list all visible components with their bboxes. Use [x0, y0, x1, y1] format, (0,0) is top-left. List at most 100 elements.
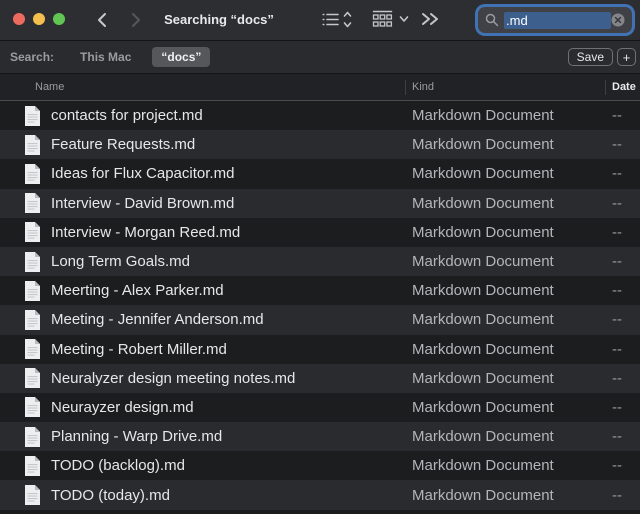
column-header-row: Name Kind Date [0, 74, 640, 101]
document-icon [25, 163, 40, 184]
file-row[interactable]: TODO (today).md Markdown Document -- [0, 480, 640, 510]
column-header-name[interactable]: Name [35, 81, 64, 93]
file-kind: Markdown Document [412, 253, 554, 271]
chevron-down-icon [399, 16, 409, 22]
file-name: Planning - Warp Drive.md [51, 428, 223, 446]
file-name: contacts for project.md [51, 107, 203, 125]
column-header-kind[interactable]: Kind [412, 81, 434, 93]
file-kind: Markdown Document [412, 457, 554, 475]
up-down-chevrons-icon [343, 11, 352, 28]
file-date: -- [612, 107, 622, 125]
file-kind: Markdown Document [412, 165, 554, 183]
traffic-lights [13, 13, 65, 25]
file-name: Meeting - Robert Miller.md [51, 340, 227, 358]
file-name: Ideas for Flux Capacitor.md [51, 165, 235, 183]
file-date: -- [612, 282, 622, 300]
document-icon [25, 455, 40, 476]
search-input[interactable]: .md [478, 7, 632, 33]
file-date: -- [612, 457, 622, 475]
document-icon [25, 485, 40, 506]
file-name: Interview - David Brown.md [51, 194, 235, 212]
file-row[interactable]: Neuralyzer design meeting notes.md Markd… [0, 363, 640, 393]
column-header-date[interactable]: Date [612, 81, 636, 93]
file-kind: Markdown Document [412, 223, 554, 241]
finder-window: Searching “docs” .md Search: This Mac “d… [0, 0, 640, 514]
file-name: Long Term Goals.md [51, 253, 190, 271]
document-icon [25, 368, 40, 389]
column-divider[interactable] [405, 80, 406, 95]
search-icon [485, 13, 499, 27]
view-mode-button[interactable] [322, 11, 352, 28]
file-date: -- [612, 311, 622, 329]
document-icon [25, 251, 40, 272]
file-date: -- [612, 253, 622, 271]
file-date: -- [612, 223, 622, 241]
group-grid-icon [372, 10, 393, 27]
file-date: -- [612, 428, 622, 446]
file-date: -- [612, 369, 622, 387]
file-row[interactable]: Neurayzer design.md Markdown Document -- [0, 392, 640, 423]
clear-search-icon[interactable] [611, 13, 625, 27]
search-value[interactable]: .md [504, 11, 611, 29]
file-kind: Markdown Document [412, 194, 554, 212]
file-list: contacts for project.md Markdown Documen… [0, 101, 640, 514]
file-name: Neuralyzer design meeting notes.md [51, 369, 296, 387]
search-scope-bar: Search: This Mac “docs” Save + [0, 41, 640, 74]
file-date: -- [612, 398, 622, 416]
file-kind: Markdown Document [412, 428, 554, 446]
file-name: Meerting - Alex Parker.md [51, 282, 224, 300]
file-name: Meeting - Jennifer Anderson.md [51, 311, 264, 329]
column-divider[interactable] [605, 80, 606, 95]
file-date: -- [612, 165, 622, 183]
file-row[interactable]: TODO (backlog).md Markdown Document -- [0, 451, 640, 481]
file-name: Neurayzer design.md [51, 398, 194, 416]
document-icon [25, 134, 40, 155]
file-date: -- [612, 194, 622, 212]
file-row[interactable]: Meerting - Alex Parker.md Markdown Docum… [0, 276, 640, 306]
file-date: -- [612, 340, 622, 358]
close-window-icon[interactable] [13, 13, 25, 25]
save-search-button[interactable]: Save [567, 48, 613, 66]
window-title: Searching “docs” [164, 12, 274, 27]
document-icon [25, 426, 40, 447]
chevron-left-icon [97, 13, 106, 27]
add-criteria-button[interactable]: + [617, 48, 636, 66]
zoom-window-icon[interactable] [53, 13, 65, 25]
document-icon [25, 193, 40, 214]
file-name: Interview - Morgan Reed.md [51, 223, 241, 241]
back-button[interactable] [92, 11, 110, 29]
chevron-right-icon [131, 13, 140, 27]
file-kind: Markdown Document [412, 369, 554, 387]
file-row[interactable]: Feature Requests.md Markdown Document -- [0, 130, 640, 160]
file-name: TODO (today).md [51, 486, 170, 504]
scope-label: Search: [10, 50, 55, 64]
file-kind: Markdown Document [412, 107, 554, 125]
file-date: -- [612, 136, 622, 154]
document-icon [25, 105, 40, 126]
list-view-icon [322, 13, 339, 26]
document-icon [25, 222, 40, 243]
file-row[interactable]: contacts for project.md Markdown Documen… [0, 101, 640, 131]
file-name: Feature Requests.md [51, 136, 196, 154]
file-row[interactable]: Ideas for Flux Capacitor.md Markdown Doc… [0, 159, 640, 189]
file-kind: Markdown Document [412, 311, 554, 329]
file-row[interactable]: Planning - Warp Drive.md Markdown Docume… [0, 422, 640, 452]
minimize-window-icon[interactable] [33, 13, 45, 25]
file-row[interactable]: Meeting - Robert Miller.md Markdown Docu… [0, 334, 640, 364]
scope-this-mac[interactable]: This Mac [71, 47, 140, 67]
file-row[interactable]: Interview - Morgan Reed.md Markdown Docu… [0, 217, 640, 247]
document-icon [25, 280, 40, 301]
file-kind: Markdown Document [412, 486, 554, 504]
toolbar-overflow-button[interactable] [421, 11, 441, 32]
forward-button[interactable] [127, 11, 145, 29]
scope-docs[interactable]: “docs” [152, 47, 211, 67]
group-button[interactable] [371, 10, 409, 28]
file-row[interactable]: Interview - David Brown.md Markdown Docu… [0, 188, 640, 218]
document-icon [25, 339, 40, 360]
file-row[interactable]: Long Term Goals.md Markdown Document -- [0, 246, 640, 277]
document-icon [25, 309, 40, 330]
file-kind: Markdown Document [412, 136, 554, 154]
toolbar: Searching “docs” .md [0, 0, 640, 41]
file-name: TODO (backlog).md [51, 457, 185, 475]
file-row[interactable]: Meeting - Jennifer Anderson.md Markdown … [0, 305, 640, 335]
